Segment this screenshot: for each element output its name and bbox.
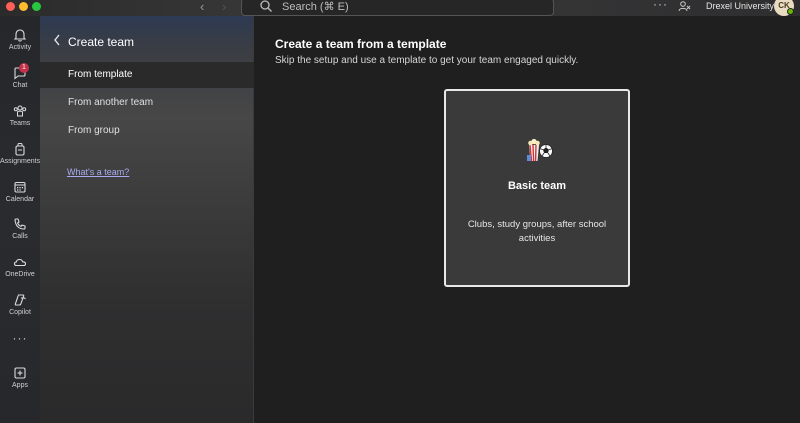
rail-label-activity: Activity (8, 44, 32, 51)
cloud-icon (13, 258, 27, 267)
back-arrow-icon[interactable]: ‹ (200, 0, 204, 14)
calendar-icon (14, 181, 26, 193)
panel-item-from-template[interactable]: From template (40, 62, 254, 88)
chat-badge: 1 (19, 63, 29, 73)
page-subtitle: Skip the setup and use a template to get… (275, 55, 579, 66)
whats-a-team-link[interactable]: What's a team? (67, 167, 129, 177)
create-team-panel: Create team From template From another t… (40, 16, 254, 423)
card-description: Clubs, study groups, after school activi… (467, 219, 607, 244)
org-switch-icon[interactable] (678, 0, 691, 13)
minimize-window-button[interactable] (19, 2, 28, 11)
copilot-icon (14, 294, 26, 306)
org-name[interactable]: Drexel University (706, 1, 774, 11)
rail-item-copilot[interactable]: Copilot (0, 293, 40, 316)
more-options-button[interactable]: ··· (653, 0, 668, 11)
rail-item-calendar[interactable]: Calendar (0, 180, 40, 203)
rail-item-assignments[interactable]: Assignments (0, 142, 40, 165)
app-rail: Activity 1 Chat Teams Assignments Calend… (0, 16, 40, 423)
panel-item-from-another-team[interactable]: From another team (40, 90, 254, 116)
search-icon (260, 0, 272, 12)
rail-item-activity[interactable]: Activity (0, 28, 40, 51)
zoom-window-button[interactable] (32, 2, 41, 11)
rail-label-calls: Calls (12, 233, 28, 240)
more-apps-icon: ··· (12, 331, 28, 345)
card-title: Basic team (507, 180, 567, 192)
presence-status-icon (787, 8, 794, 15)
panel-title: Create team (68, 35, 135, 49)
rail-item-apps[interactable]: Apps (0, 366, 40, 389)
popcorn-soccer-icon (527, 138, 553, 162)
rail-label-chat: Chat (12, 82, 28, 89)
backpack-icon (15, 143, 25, 156)
bell-icon (13, 29, 27, 42)
rail-label-apps: Apps (12, 382, 28, 389)
rail-item-calls[interactable]: Calls (0, 217, 40, 240)
main-content: Create a team from a template Skip the s… (254, 16, 800, 423)
page-title: Create a team from a template (275, 37, 447, 51)
search-input[interactable]: Search (⌘ E) (241, 0, 554, 16)
search-placeholder: Search (⌘ E) (282, 1, 349, 13)
phone-icon (14, 218, 26, 230)
title-bar: ‹ › Search (⌘ E) ··· Drexel University C… (0, 0, 800, 16)
rail-label-copilot: Copilot (9, 309, 31, 316)
close-window-button[interactable] (6, 2, 15, 11)
rail-label-assignments: Assignments (0, 158, 41, 165)
basic-team-card[interactable]: Basic team Clubs, study groups, after sc… (444, 89, 630, 287)
teams-icon (13, 105, 27, 117)
rail-item-teams[interactable]: Teams (0, 104, 40, 127)
rail-label-onedrive: OneDrive (5, 271, 35, 278)
rail-label-calendar: Calendar (5, 196, 35, 203)
rail-more-button[interactable]: ··· (0, 329, 40, 347)
panel-item-from-group[interactable]: From group (40, 118, 254, 144)
plus-square-icon (14, 367, 26, 379)
back-chevron-icon[interactable] (52, 33, 62, 47)
rail-item-chat[interactable]: 1 Chat (0, 63, 40, 89)
rail-label-teams: Teams (9, 120, 31, 127)
forward-arrow-icon[interactable]: › (222, 0, 226, 14)
rail-item-onedrive[interactable]: OneDrive (0, 255, 40, 278)
